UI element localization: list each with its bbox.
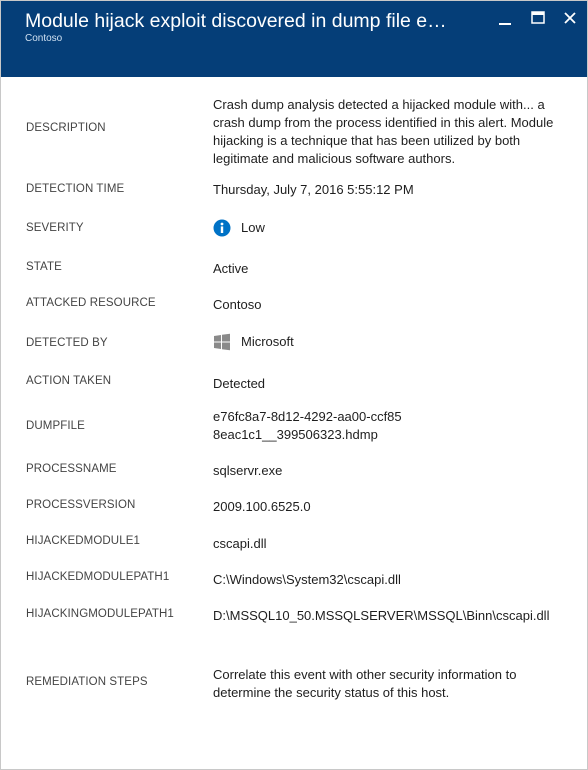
blade-subtitle: Contoso xyxy=(25,33,63,44)
alert-details-blade: Module hijack exploit discovered in dump… xyxy=(0,0,588,770)
processname-label: PROCESSNAME xyxy=(26,463,117,475)
hijackingmodulepath1-value: D:\MSSQL10_50.MSSQLSERVER\MSSQL\Binn\csc… xyxy=(213,608,550,623)
detail-row-description: DESCRIPTION Crash dump analysis detected… xyxy=(1,96,587,166)
severity-text: Low xyxy=(241,220,265,235)
action-taken-value: Detected xyxy=(213,376,266,391)
close-icon xyxy=(564,12,576,24)
processname-value: sqlservr.exe xyxy=(213,463,283,478)
blade-title: Module hijack exploit discovered in dump… xyxy=(25,10,455,32)
dumpfile-value: e76fc8a7-8d12-4292-aa00-ccf858eac1c1__39… xyxy=(213,409,402,442)
attacked-resource-label: ATTACKED RESOURCE xyxy=(26,297,156,309)
maximize-button[interactable] xyxy=(527,7,549,29)
detection-time-label: DETECTION TIME xyxy=(26,183,125,195)
severity-label: SEVERITY xyxy=(26,222,84,234)
dumpfile-label: DUMPFILE xyxy=(26,420,85,432)
minimize-button[interactable] xyxy=(494,7,516,29)
state-label: STATE xyxy=(26,261,62,273)
blade-header: Module hijack exploit discovered in dump… xyxy=(1,1,587,77)
hijackedmodule1-label: HIJACKEDMODULE1 xyxy=(26,535,140,547)
description-label: DESCRIPTION xyxy=(26,122,106,134)
detected-by-text: Microsoft xyxy=(241,334,294,349)
severity-value: Low xyxy=(213,219,568,237)
info-icon xyxy=(213,219,231,237)
attacked-resource-value: Contoso xyxy=(213,297,262,312)
detected-by-label: DETECTED BY xyxy=(26,337,108,349)
description-value: Crash dump analysis detected a hijacked … xyxy=(213,97,554,166)
hijackedmodulepath1-label: HIJACKEDMODULEPATH1 xyxy=(26,571,170,583)
minimize-icon xyxy=(499,23,511,25)
hijackingmodulepath1-label: HIJACKINGMODULEPATH1 xyxy=(26,608,174,620)
detected-by-value: Microsoft xyxy=(213,333,568,351)
action-taken-label: ACTION TAKEN xyxy=(26,375,112,387)
remediation-steps-label: REMEDIATION STEPS xyxy=(26,676,148,688)
close-button[interactable] xyxy=(559,7,581,29)
processversion-value: 2009.100.6525.0 xyxy=(213,499,311,514)
processversion-label: PROCESSVERSION xyxy=(26,499,136,511)
windows-logo-icon xyxy=(214,333,230,351)
state-value: Active xyxy=(213,261,249,276)
detection-time-value: Thursday, July 7, 2016 5:55:12 PM xyxy=(213,182,414,197)
remediation-steps-value: Correlate this event with other security… xyxy=(213,667,517,700)
hijackedmodule1-value: cscapi.dll xyxy=(213,536,267,551)
maximize-icon xyxy=(531,11,545,24)
hijackedmodulepath1-value: C:\Windows\System32\cscapi.dll xyxy=(213,572,401,587)
